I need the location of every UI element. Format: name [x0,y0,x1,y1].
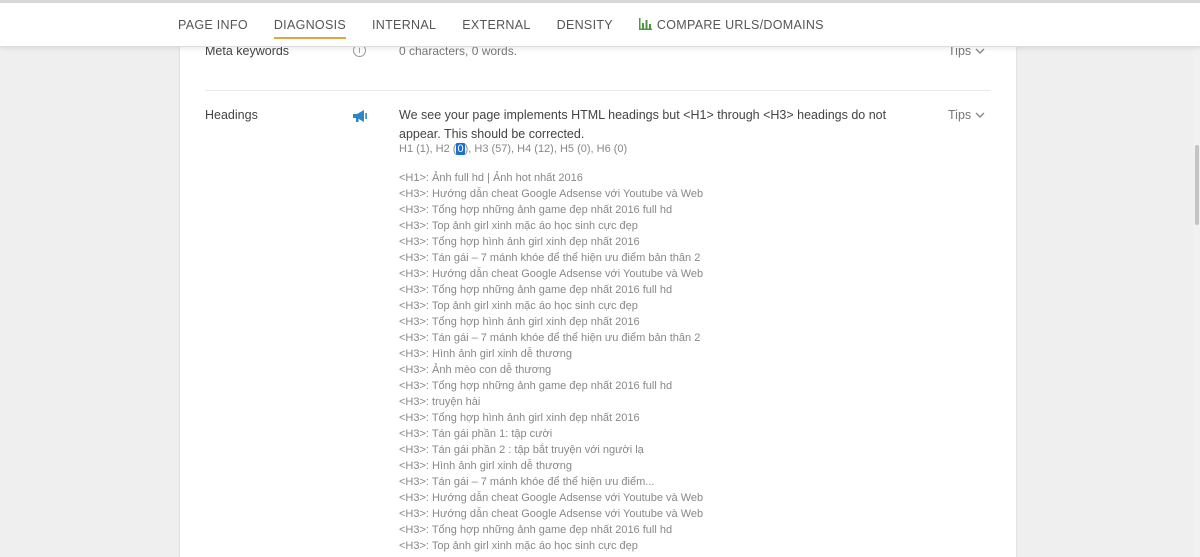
headings-tips-toggle[interactable]: Tips [948,108,985,122]
heading-list: <H1>: Ảnh full hd | Ảnh hot nhất 2016 <H… [399,170,703,554]
list-item: <H3>: Tổng hợp hình ảnh girl xinh đẹp nh… [399,316,640,328]
list-item: <H3>: Top ảnh girl xinh mặc áo học sinh … [399,300,638,312]
scrollbar-thumb[interactable] [1195,145,1199,225]
tab-external[interactable]: EXTERNAL [462,3,530,47]
list-item: <H3>: Hướng dẫn cheat Google Adsense với… [399,268,704,280]
bar-chart-icon [638,18,652,30]
list-item: <H3>: Tán gái – 7 mánh khóe để thể hiện … [399,252,701,264]
tab-compare-urls[interactable]: COMPARE URLS/DOMAINS [638,3,824,47]
list-item: <H3>: Tán gái – 7 mánh khóe để thể hiện … [399,332,701,344]
headings-message: We see your page implements HTML heading… [399,108,887,141]
list-item: <H3>: Tổng hợp hình ảnh girl xinh đẹp nh… [399,412,640,424]
diagnosis-card: Meta keywords i 0 characters, 0 words. T… [180,30,1016,557]
list-item: <H3>: Tán gái – 7 mánh khóe để thể hiện … [399,476,655,488]
list-item: <H3>: Top ảnh girl xinh mặc áo học sinh … [399,220,638,232]
list-item: <H3>: Tán gái phần 1: tập cười [399,428,553,440]
list-item: <H3>: truyện hài [399,396,481,408]
list-item: <H3>: Hướng dẫn cheat Google Adsense với… [399,508,704,520]
list-item: <H3>: Hướng dẫn cheat Google Adsense với… [399,492,704,504]
megaphone-icon [353,110,367,122]
tab-bar: PAGE INFO DIAGNOSIS INTERNAL EXTERNAL DE… [178,3,850,47]
list-item: <H3>: Tổng hợp những ảnh game đẹp nhất 2… [399,380,673,392]
tab-diagnosis[interactable]: DIAGNOSIS [273,3,347,47]
tips-label: Tips [948,108,972,122]
tab-compare-urls-label: COMPARE URLS/DOMAINS [656,18,824,32]
list-item: <H3>: Ảnh mèo con dễ thương [399,364,552,376]
chevron-down-icon [975,48,985,54]
top-nav-bar: PAGE INFO DIAGNOSIS INTERNAL EXTERNAL DE… [0,0,1200,47]
tab-internal[interactable]: INTERNAL [372,3,436,47]
list-item: <H3>: Top ảnh girl xinh mặc áo học sinh … [399,540,638,552]
heading-counts-suffix: ), H3 (57), H4 (12), H5 (0), H6 (0) [464,143,628,155]
tab-page-info[interactable]: PAGE INFO [178,3,248,47]
list-item: <H3>: Hình ảnh girl xinh dễ thương [399,460,572,472]
headings-label: Headings [205,108,258,122]
list-item: <H3>: Tán gái phần 2 : tập bắt truyện vớ… [399,444,644,456]
heading-count-highlight: 0 [456,143,465,155]
tab-density[interactable]: DENSITY [557,3,613,47]
list-item: <H3>: Tổng hợp những ảnh game đẹp nhất 2… [399,204,673,216]
page-scrollbar[interactable] [1193,47,1200,557]
list-item: <H3>: Tổng hợp những ảnh game đẹp nhất 2… [399,284,673,296]
heading-counts: H1 (1), H2 (0), H3 (57), H4 (12), H5 (0)… [399,143,627,155]
heading-counts-prefix: H1 (1), H2 ( [399,143,457,155]
row-divider [205,90,991,91]
chevron-down-icon [975,112,985,118]
list-item: <H3>: Hướng dẫn cheat Google Adsense với… [399,188,704,200]
list-item: <H3>: Hình ảnh girl xinh dễ thương [399,348,572,360]
list-item: <H1>: Ảnh full hd | Ảnh hot nhất 2016 [399,172,583,184]
list-item: <H3>: Tổng hợp những ảnh game đẹp nhất 2… [399,524,673,536]
list-item: <H3>: Tổng hợp hình ảnh girl xinh đẹp nh… [399,236,640,248]
